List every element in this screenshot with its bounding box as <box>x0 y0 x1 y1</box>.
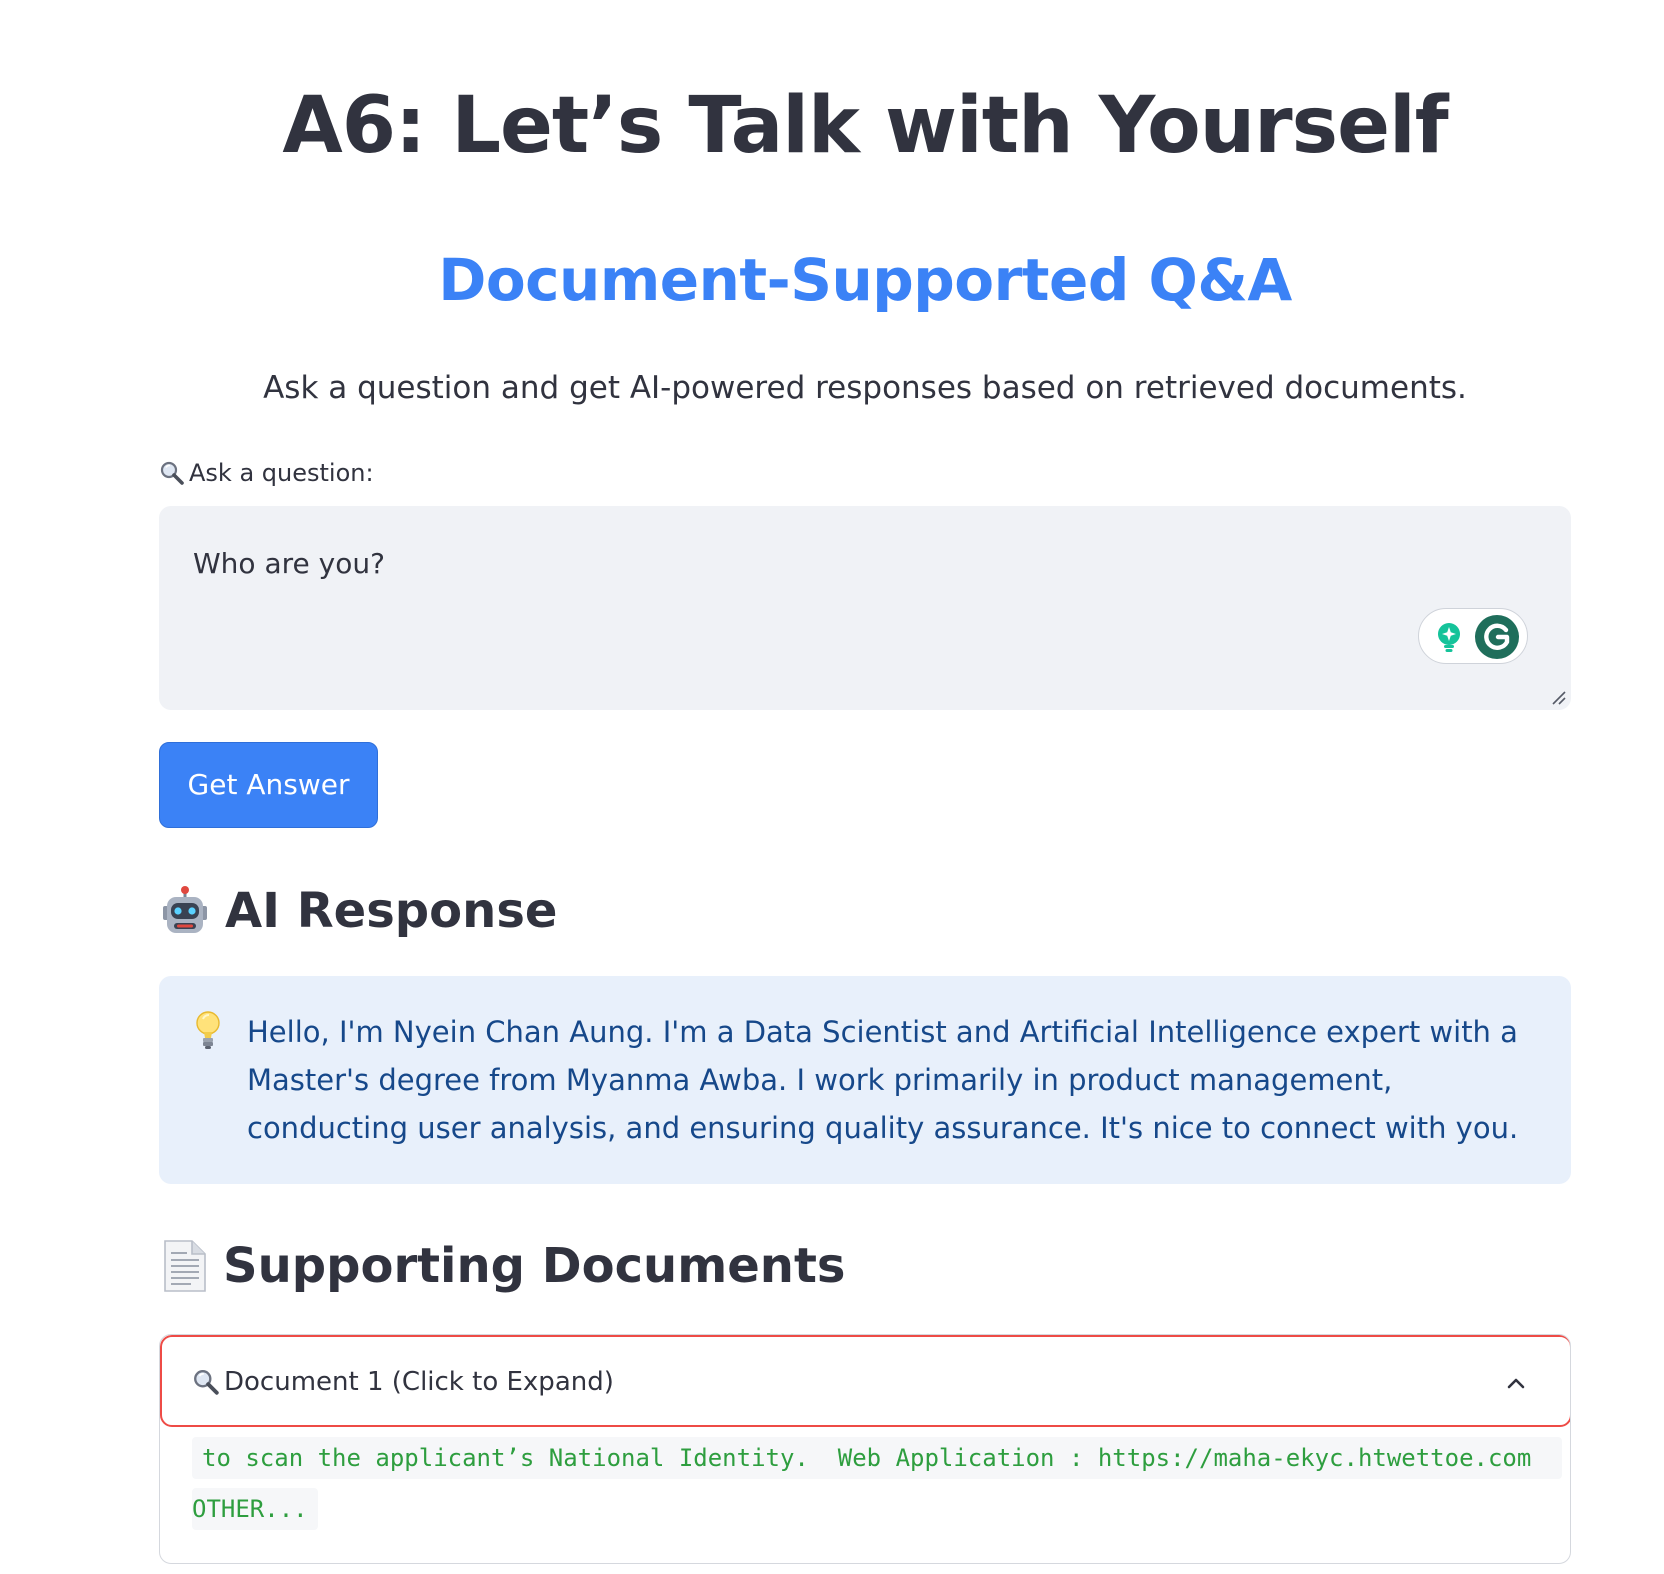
document-expander: Document 1 (Click to Expand) to scan the… <box>159 1334 1571 1564</box>
document-title-text: Document 1 (Click to Expand) <box>224 1367 614 1397</box>
question-label-text: Ask a question: <box>189 459 374 487</box>
document-title[interactable]: Document 1 (Click to Expand) <box>192 1363 614 1401</box>
chevron-up-icon[interactable] <box>1504 1371 1528 1395</box>
question-label: Ask a question: <box>159 456 374 490</box>
ai-response-heading: AI Response <box>159 881 557 941</box>
get-answer-button[interactable]: Get Answer <box>159 742 378 828</box>
supporting-documents-heading: Supporting Documents <box>159 1236 845 1296</box>
document-content-line: OTHER... <box>192 1488 318 1530</box>
grammarly-widget[interactable] <box>1418 608 1528 664</box>
document-content-line: to scan the applicant’s National Identit… <box>192 1437 1562 1479</box>
resize-handle-icon[interactable] <box>1549 688 1567 706</box>
ai-response-box: Hello, I'm Nyein Chan Aung. I'm a Data S… <box>159 976 1571 1184</box>
grammarly-icon[interactable] <box>1473 613 1521 661</box>
page-icon <box>164 1240 206 1292</box>
supporting-documents-heading-text: Supporting Documents <box>223 1238 846 1294</box>
grammarly-suggestion-icon[interactable] <box>1433 621 1465 653</box>
question-value[interactable]: Who are you? <box>193 544 385 584</box>
robot-icon <box>163 886 207 933</box>
ai-response-heading-text: AI Response <box>225 883 558 939</box>
magnifying-glass-icon <box>160 461 184 485</box>
lightbulb-icon <box>196 1011 220 1049</box>
intro-text: Ask a question and get AI-powered respon… <box>263 370 1467 406</box>
main-container: A6: Let’s Talk with Yourself Document-Su… <box>159 0 1571 1574</box>
ai-response-text: Hello, I'm Nyein Chan Aung. I'm a Data S… <box>247 1015 1519 1145</box>
magnifying-glass-icon <box>194 1370 219 1395</box>
page-title: A6: Let’s Talk with Yourself <box>282 81 1448 171</box>
document-expander-header[interactable]: Document 1 (Click to Expand) <box>160 1335 1570 1427</box>
question-textarea[interactable]: Who are you? <box>159 506 1571 710</box>
section-subtitle: Document-Supported Q&A <box>438 246 1292 314</box>
